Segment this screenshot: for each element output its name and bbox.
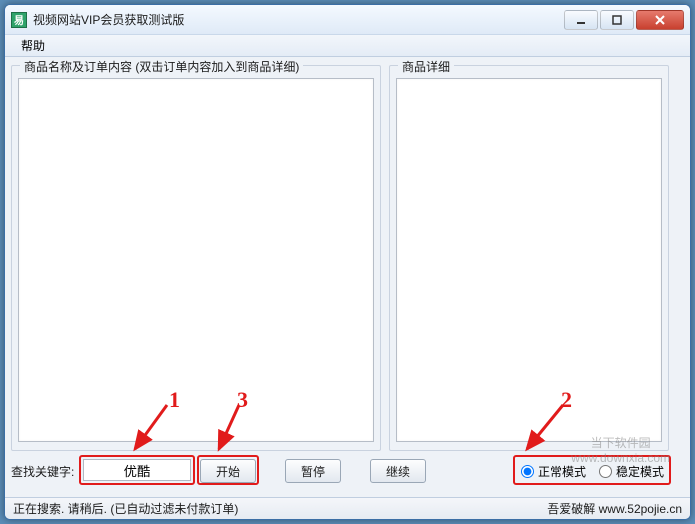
maximize-button[interactable] (600, 10, 634, 30)
client-area: 商品名称及订单内容 (双击订单内容加入到商品详细) 商品详细 查找关键字: 开始… (5, 57, 690, 497)
radio-stable-input[interactable] (599, 465, 612, 478)
titlebar: 易 视频网站VIP会员获取测试版 (5, 5, 690, 35)
window-controls (564, 10, 684, 30)
group-product-orders-title: 商品名称及订单内容 (双击订单内容加入到商品详细) (20, 58, 303, 75)
orders-listbox[interactable] (18, 78, 374, 442)
continue-button-label: 继续 (386, 463, 410, 480)
close-button[interactable] (636, 10, 684, 30)
radio-stable-label: 稳定模式 (616, 463, 664, 480)
minimize-button[interactable] (564, 10, 598, 30)
radio-normal-input[interactable] (521, 465, 534, 478)
window-title: 视频网站VIP会员获取测试版 (33, 11, 564, 28)
start-button[interactable]: 开始 (200, 459, 256, 483)
menubar: 帮助 (5, 35, 690, 57)
menu-help[interactable]: 帮助 (13, 35, 53, 56)
continue-button[interactable]: 继续 (370, 459, 426, 483)
radio-stable-mode[interactable]: 稳定模式 (599, 463, 664, 480)
group-product-detail: 商品详细 (389, 65, 669, 451)
radio-normal-mode[interactable]: 正常模式 (521, 463, 586, 480)
start-button-label: 开始 (216, 463, 240, 480)
radio-normal-label: 正常模式 (538, 463, 586, 480)
status-right: 吾爱破解 www.52pojie.cn (547, 500, 682, 517)
pause-button[interactable]: 暂停 (285, 459, 341, 483)
detail-listbox[interactable] (396, 78, 662, 442)
group-product-orders: 商品名称及订单内容 (双击订单内容加入到商品详细) (11, 65, 381, 451)
app-icon: 易 (11, 12, 27, 28)
search-input[interactable] (83, 459, 191, 481)
statusbar: 正在搜索. 请稍后. (已自动过滤未付款订单) 吾爱破解 www.52pojie… (5, 497, 690, 519)
app-window: 易 视频网站VIP会员获取测试版 帮助 商品名称及订单内容 (双击订单内容加入到… (4, 4, 691, 520)
group-product-detail-title: 商品详细 (398, 58, 454, 75)
status-left: 正在搜索. 请稍后. (已自动过滤未付款订单) (13, 500, 238, 517)
search-label: 查找关键字: (11, 463, 74, 480)
pause-button-label: 暂停 (301, 463, 325, 480)
